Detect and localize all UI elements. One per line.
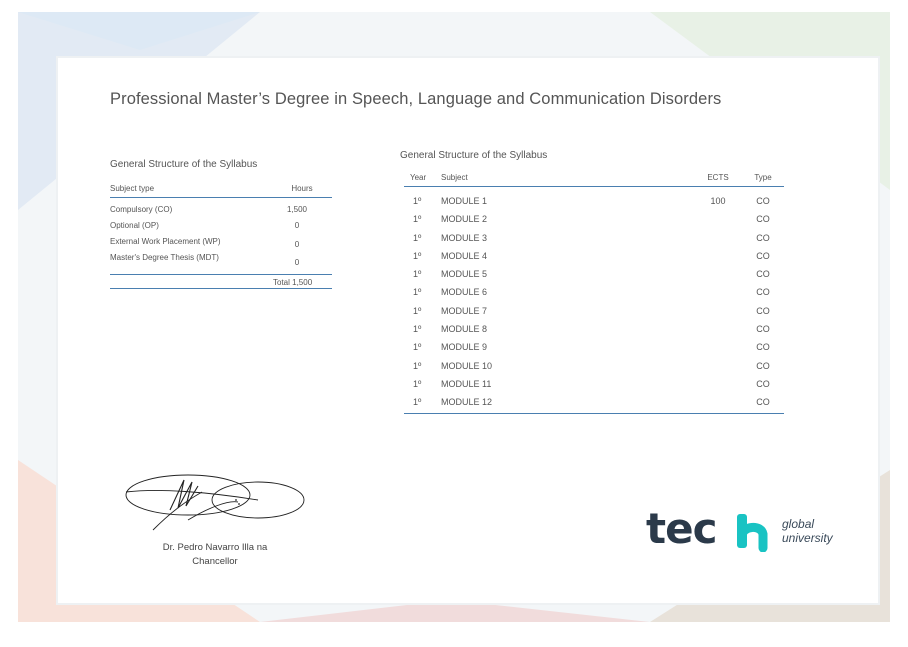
- summary-row-hours: 0: [294, 240, 300, 249]
- module-type: CO: [756, 378, 770, 389]
- signature-image: [125, 474, 305, 531]
- summary-total-divider: [110, 274, 332, 275]
- summary-row: External Work Placement (WP) 0: [110, 237, 332, 251]
- summary-row-label: Optional (OP): [110, 221, 159, 230]
- ects-header: ECTS: [707, 173, 729, 182]
- module-type: CO: [756, 397, 770, 408]
- module-year: 1º: [413, 232, 422, 243]
- signatory-role: Chancellor: [192, 556, 238, 567]
- summary-row: Master's Degree Thesis (MDT) 0: [110, 253, 332, 267]
- summary-row-hours: 1,500: [286, 205, 308, 214]
- summary-table-header: Subject type Hours: [110, 183, 332, 198]
- module-subject: MODULE 5: [441, 269, 488, 280]
- module-type: CO: [756, 305, 770, 316]
- module-subject: MODULE 1: [441, 196, 488, 206]
- logo-university-text: university: [782, 531, 833, 545]
- module-year: 1º: [413, 397, 422, 408]
- module-type: CO: [756, 287, 770, 298]
- summary-row: Compulsory (CO) 1,500: [110, 205, 332, 219]
- module-row: 1º MODULE 10 CO: [404, 358, 784, 376]
- module-year: 1º: [413, 324, 422, 335]
- module-subject: MODULE 3: [441, 232, 488, 243]
- module-year: 1º: [413, 214, 422, 225]
- module-subject: MODULE 7: [441, 305, 488, 316]
- module-subject: MODULE 4: [441, 250, 488, 261]
- summary-row: Optional (OP) 0: [110, 221, 332, 235]
- module-row: 1º MODULE 8 CO: [404, 321, 784, 339]
- module-year: 1º: [413, 378, 422, 389]
- summary-row-label: External Work Placement (WP): [110, 237, 221, 246]
- module-row: 1º MODULE 12 CO: [404, 394, 784, 412]
- certificate-title: Professional Master’s Degree in Speech, …: [110, 90, 722, 108]
- subject-header: Subject: [441, 173, 468, 182]
- module-row: 1º MODULE 2 CO: [404, 211, 784, 229]
- module-year: 1º: [413, 360, 422, 371]
- module-year: 1º: [413, 287, 422, 298]
- module-row: 1º MODULE 9 CO: [404, 339, 784, 357]
- module-year: 1º: [413, 342, 422, 353]
- module-ects: 100: [710, 196, 726, 206]
- module-row: 1º MODULE 3 CO: [404, 230, 784, 248]
- module-type: CO: [756, 269, 770, 280]
- modules-bottom-rule: [404, 413, 784, 414]
- module-year: 1º: [413, 196, 422, 206]
- module-row: 1º MODULE 11 CO: [404, 376, 784, 394]
- subject-type-header: Subject type: [110, 184, 155, 193]
- summary-bottom-rule: [110, 288, 332, 289]
- summary-total: Total 1,500: [273, 278, 313, 287]
- hours-header: Hours: [291, 184, 313, 193]
- module-year: 1º: [413, 250, 422, 261]
- year-header: Year: [410, 173, 427, 182]
- module-subject: MODULE 8: [441, 324, 488, 335]
- module-type: CO: [756, 360, 770, 371]
- tech-university-logo: tec h global university: [646, 504, 833, 558]
- module-type: CO: [756, 342, 770, 353]
- logo-h-letter: h: [735, 512, 736, 513]
- type-header: Type: [754, 173, 772, 182]
- module-row: 1º MODULE 6 CO: [404, 284, 784, 302]
- module-row: 1º MODULE 7 CO: [404, 303, 784, 321]
- module-subject: MODULE 2: [441, 214, 488, 225]
- summary-row-label: Master's Degree Thesis (MDT): [110, 253, 219, 262]
- summary-row-hours: 0: [294, 258, 300, 267]
- module-year: 1º: [413, 269, 422, 280]
- module-subject: MODULE 10: [441, 360, 493, 371]
- module-type: CO: [756, 196, 770, 206]
- modules-table-header: Year Subject ECTS Type: [404, 172, 784, 187]
- module-subject: MODULE 9: [441, 342, 488, 353]
- module-year: 1º: [413, 305, 422, 316]
- module-subject: MODULE 6: [441, 287, 488, 298]
- modules-table-body: 1º MODULE 1 100 CO 1º MODULE 2 CO 1º MODULE 3 C…: [404, 193, 784, 413]
- module-type: CO: [756, 250, 770, 261]
- module-subject: MODULE 11: [441, 378, 492, 389]
- module-row: 1º MODULE 1 100 CO: [404, 193, 784, 211]
- module-row: 1º MODULE 4 CO: [404, 248, 784, 266]
- logo-h-mark: h: [735, 512, 768, 552]
- summary-table-title: General Structure of the Syllabus: [110, 159, 258, 170]
- logo-global-text: global: [782, 517, 815, 531]
- summary-row-hours: 0: [294, 221, 300, 230]
- module-type: CO: [756, 232, 770, 243]
- module-type: CO: [756, 324, 770, 335]
- signatory-name: Dr. Pedro Navarro Illa na: [162, 542, 268, 553]
- summary-row-label: Compulsory (CO): [110, 205, 173, 214]
- module-type: CO: [756, 214, 770, 225]
- modules-table-title: General Structure of the Syllabus: [400, 150, 548, 161]
- logo-wordmark: tec: [646, 504, 717, 553]
- module-subject: MODULE 12: [441, 397, 493, 408]
- module-row: 1º MODULE 5 CO: [404, 266, 784, 284]
